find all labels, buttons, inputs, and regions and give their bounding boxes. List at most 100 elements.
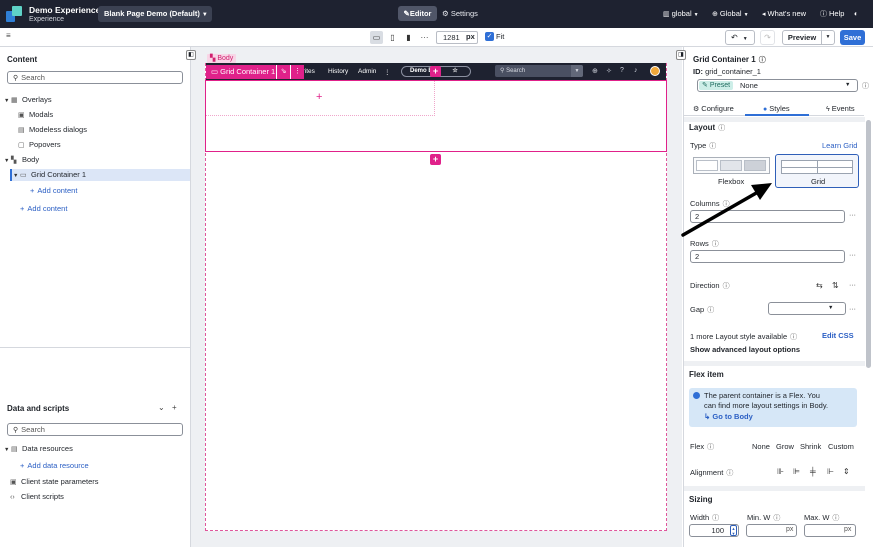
tree-item-client-scripts[interactable]: ‹› Client scripts [10,491,64,503]
flex-option-none[interactable]: None [752,442,770,451]
tab-events[interactable]: ϟ Events [826,104,855,113]
info-icon[interactable]: ⓘ [759,57,766,64]
direction-column-icon[interactable]: ⇅ [832,281,839,290]
tab-configure[interactable]: ⚙ Configure [693,104,734,113]
save-button[interactable]: Save [840,30,865,45]
menu-icon[interactable]: ≡ [6,31,11,40]
align-auto-icon[interactable]: ⊪ [777,467,784,476]
advanced-layout-toggle[interactable]: Show advanced layout options [690,345,800,354]
direction-row-icon[interactable]: ⇆ [816,281,823,290]
info-icon[interactable]: ⓘ [712,515,719,522]
preview-button[interactable]: Preview [782,30,822,45]
preview-search-input[interactable]: ⚲ Search ▼ [495,65,583,77]
chevron-down-icon[interactable]: ▼ [4,444,11,456]
rows-input[interactable]: 2 [690,250,845,263]
align-end-icon[interactable]: ⊩ [827,467,834,476]
body-tag[interactable]: ▚ Body [207,54,237,63]
editor-mode-button[interactable]: ✎Editor [398,6,437,21]
chevron-down-icon[interactable]: ▼ [13,170,20,182]
info-icon[interactable]: ⓘ [718,125,725,132]
plus-icon[interactable]: + [172,403,177,412]
mobile-view-icon[interactable]: ▮ [402,31,415,44]
settings-mode-button[interactable]: ⚙ Settings [442,6,478,21]
tree-item-grid-container-1[interactable]: ▼ ▭ Grid Container 1 [10,169,190,181]
preview-options-button[interactable]: ▼ [821,30,835,45]
more-options-icon[interactable]: ··· [849,306,856,313]
question-icon[interactable]: ? [620,67,624,74]
tree-item-body[interactable]: ▼ ▚ Body [4,154,39,166]
learn-grid-link[interactable]: Learn Grid [822,141,857,150]
chevron-down-icon[interactable]: ▼ [4,95,11,107]
app-logo-icon[interactable] [6,6,22,22]
drag-handle-icon[interactable]: ⇘ [276,65,290,79]
avatar[interactable] [650,66,660,76]
align-stretch-icon[interactable]: ⇕ [843,467,850,476]
add-content-link[interactable]: + Add content [20,204,67,213]
whats-new-link[interactable]: ◂ What's new [762,6,806,21]
align-start-icon[interactable]: ⊫ [793,467,800,476]
width-stepper[interactable]: ▲ ▼ [730,525,737,536]
scrollbar-thumb[interactable] [866,120,871,368]
chevron-down-icon[interactable]: ⌄ [158,403,165,412]
info-icon[interactable]: ⓘ [712,241,719,248]
go-to-body-link[interactable]: ↳ Go to Body [704,412,753,421]
tablet-view-icon[interactable]: ▯ [386,31,399,44]
info-icon[interactable]: ⓘ [773,515,780,522]
tree-item-data-resources[interactable]: ▼ ▤ Data resources [4,443,73,455]
add-component-below-button[interactable]: + [430,154,441,165]
chevron-down-icon[interactable]: ▼ [4,155,11,167]
add-data-resource-link[interactable]: + Add data resource [20,461,89,470]
info-icon[interactable]: ⓘ [723,283,730,290]
app-title[interactable]: Demo Experience [29,5,100,15]
add-content-link-nested[interactable]: + Add content [30,186,77,195]
add-component-button[interactable]: + [430,66,441,77]
desktop-view-icon[interactable]: ▭ [370,31,383,44]
tree-item-client-state[interactable]: ▣ Client state parameters [10,476,99,488]
undo-button[interactable]: ↶ ▼ [725,30,755,45]
nav-history[interactable]: History [328,68,348,75]
data-search-input[interactable]: ⚲ Search [7,423,183,436]
flex-option-custom[interactable]: Custom [828,442,854,451]
language-global-menu[interactable]: ⊕ Global ▼ [712,6,749,21]
info-icon[interactable]: ⓘ [726,470,733,477]
collapse-panel-icon[interactable]: ◨ [676,50,686,60]
layout-type-flexbox-option[interactable] [693,157,770,174]
tab-styles[interactable]: ● Styles [763,104,790,113]
tree-item-popovers[interactable]: ▢ Popovers [18,139,61,151]
help-link[interactable]: ⓘ Help [820,6,844,21]
gap-select[interactable] [768,302,846,315]
edit-css-link[interactable]: Edit CSS [822,331,854,340]
content-search-input[interactable]: ⚲ Search [7,71,183,84]
tree-item-modeless-dialogs[interactable]: ▤ Modeless dialogs [18,124,87,136]
more-options-icon[interactable]: ··· [849,282,856,289]
bell-icon[interactable]: ♪ [634,67,638,74]
scope-global-menu[interactable]: ▥ global ▼ [663,6,699,21]
page-selector[interactable]: Blank Page Demo (Default) ▼ [98,6,212,22]
more-options-icon[interactable]: ⋮ [290,65,304,79]
flex-option-shrink[interactable]: Shrink [800,442,821,451]
tree-item-overlays[interactable]: ▼ ▦ Overlays [4,94,52,106]
info-icon[interactable]: ⓘ [707,444,714,451]
nav-admin[interactable]: Admin [358,68,376,75]
info-icon[interactable]: ⓘ [832,515,839,522]
align-center-icon[interactable]: ╪ [810,467,816,476]
more-options-icon[interactable]: ··· [849,252,856,259]
info-icon[interactable]: ⓘ [790,334,797,341]
nav-more-icon[interactable]: ⋮ [384,68,391,76]
redo-button[interactable]: ↷ [760,30,775,45]
add-to-cell-icon[interactable]: + [316,92,322,103]
more-views-icon[interactable]: ··· [418,31,431,44]
flex-option-grow[interactable]: Grow [776,442,794,451]
grid-container-tag[interactable]: ▭ Grid Container 1 [206,65,276,79]
info-icon[interactable]: ⓘ [862,81,869,91]
info-icon[interactable]: ⓘ [723,201,730,208]
info-icon[interactable]: ⓘ [707,307,714,314]
globe-icon[interactable]: ⊕ [592,67,598,75]
info-icon[interactable]: ⓘ [709,143,716,150]
columns-input[interactable]: 2 [690,210,845,223]
fit-checkbox[interactable]: ✓ [485,32,494,41]
theme-toggle-icon[interactable]: ◐ [854,6,859,21]
sparkle-icon[interactable]: ✧ [606,67,612,75]
tree-item-modals[interactable]: ▣ Modals [18,109,53,121]
collapse-panel-icon[interactable]: ◧ [186,50,196,60]
